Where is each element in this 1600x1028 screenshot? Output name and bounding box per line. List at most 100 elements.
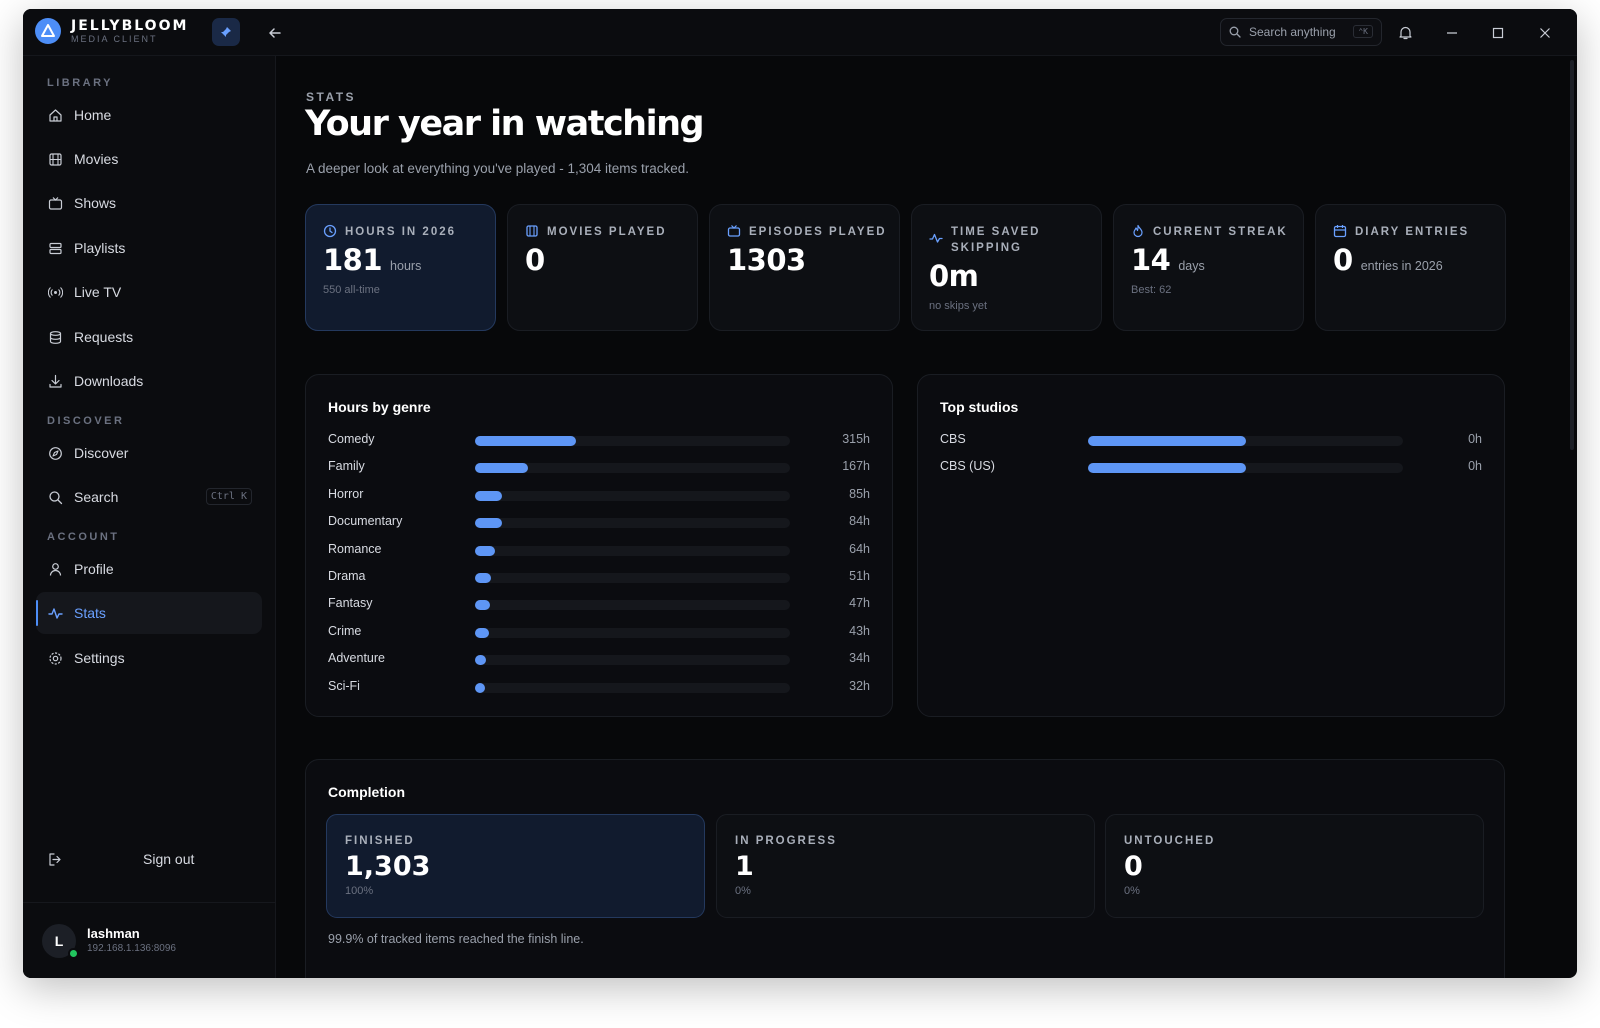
sidebar-item-label: Shows — [74, 195, 117, 211]
sidebar-item-settings[interactable]: Settings — [36, 637, 262, 679]
sidebar-item-downloads[interactable]: Downloads — [36, 360, 262, 402]
genre-value: 32h — [849, 678, 870, 693]
maximize-button[interactable] — [1486, 21, 1510, 45]
genre-bar-fill — [475, 655, 486, 666]
genre-name: Romance — [328, 541, 382, 556]
sidebar-item-label: Playlists — [74, 240, 126, 256]
page-eyebrow: STATS — [306, 90, 357, 104]
studios-panel-title: Top studios — [940, 399, 1019, 415]
user-icon — [46, 560, 64, 578]
stat-value: 0 — [525, 243, 545, 277]
gear-icon — [46, 649, 64, 667]
stat-label: DIARY ENTRIES — [1355, 226, 1470, 238]
minimize-button[interactable] — [1440, 21, 1464, 45]
genre-panel: Hours by genre Comedy 315h Family 167h Horro… — [305, 374, 893, 717]
sidebar-item-stats[interactable]: Stats — [36, 592, 262, 634]
genre-bar-track — [475, 573, 790, 583]
studio-name: CBS — [940, 432, 966, 446]
genre-panel-title: Hours by genre — [328, 399, 431, 415]
global-search[interactable]: Search anything ⌃K — [1220, 18, 1382, 46]
stat-card-streak: CURRENT STREAK 14 days Best: 62 — [1113, 204, 1304, 331]
genre-bar-track — [475, 436, 790, 446]
completion-label: FINISHED — [345, 835, 415, 847]
genre-name: Family — [328, 459, 365, 474]
stat-card-time-saved: TIME SAVED SKIPPING 0m no skips yet — [911, 204, 1102, 331]
genre-value: 167h — [842, 459, 870, 474]
broadcast-icon — [46, 283, 64, 301]
genre-bar-track — [475, 600, 790, 611]
stat-label: TIME SAVED SKIPPING — [951, 226, 1041, 254]
genre-bar-track — [475, 490, 790, 501]
search-icon — [46, 488, 64, 506]
genre-value: 34h — [849, 651, 870, 666]
sidebar-item-requests[interactable]: Requests — [36, 316, 262, 358]
completion-card-in-progress: IN PROGRESS 1 0% — [716, 814, 1095, 918]
stat-value: 0m — [929, 259, 979, 293]
studio-name: CBS (US) — [940, 459, 995, 474]
stat-note: 550 all-time — [323, 284, 380, 296]
list-icon — [46, 239, 64, 257]
genre-name: Adventure — [328, 651, 385, 666]
sidebar-item-playlists[interactable]: Playlists — [36, 227, 262, 269]
completion-percent: 0% — [1124, 885, 1140, 897]
user-card[interactable]: L lashman 192.168.1.136:8096 — [23, 902, 275, 978]
sidebar-item-home[interactable]: Home — [36, 94, 262, 136]
completion-label: UNTOUCHED — [1124, 835, 1216, 847]
activity-icon — [929, 233, 943, 243]
genre-name: Documentary — [328, 514, 403, 529]
studio-value: 0h — [1468, 459, 1482, 474]
server-address: 192.168.1.136:8096 — [87, 943, 176, 954]
genre-row: Family 167h — [328, 459, 870, 475]
genre-bar-fill — [475, 600, 491, 611]
brand: JELLYBLOOM MEDIA CLIENT — [35, 18, 188, 44]
bell-icon — [1398, 26, 1412, 40]
genre-name: Comedy — [328, 432, 375, 446]
home-icon — [46, 106, 64, 124]
genre-name: Sci-Fi — [328, 678, 360, 693]
genre-row: Horror 85h — [328, 487, 870, 503]
section-label-account: ACCOUNT — [47, 531, 120, 543]
genre-name: Horror — [328, 486, 364, 501]
sidebar-item-profile[interactable]: Profile — [36, 548, 262, 590]
studios-panel: Top studios CBS 0h CBS (US) 0h — [917, 374, 1505, 717]
sidebar: LIBRARY Home Movies Shows Playlists Live… — [23, 56, 276, 978]
close-button[interactable] — [1533, 21, 1557, 45]
completion-panel: Completion FINISHED 1,303 100% IN PROGRE… — [305, 759, 1505, 978]
sidebar-item-live-tv[interactable]: Live TV — [36, 271, 262, 313]
sidebar-item-label: Stats — [74, 605, 106, 621]
genre-name: Fantasy — [328, 596, 373, 611]
genre-bar-fill — [475, 627, 489, 638]
genre-bar-track — [475, 545, 790, 556]
stat-label: CURRENT STREAK — [1153, 226, 1288, 238]
notifications-button[interactable] — [1393, 21, 1417, 45]
sidebar-item-movies[interactable]: Movies — [36, 138, 262, 180]
back-button[interactable] — [263, 21, 287, 45]
genre-value: 47h — [849, 596, 870, 611]
completion-panel-title: Completion — [328, 784, 405, 800]
completion-percent: 0% — [735, 885, 751, 897]
genre-bar-fill — [475, 682, 486, 693]
search-icon — [1229, 26, 1241, 38]
genre-value: 51h — [849, 569, 870, 583]
completion-card-finished: FINISHED 1,303 100% — [326, 814, 705, 918]
stat-label: MOVIES PLAYED — [547, 226, 667, 238]
logo-icon — [35, 18, 61, 44]
sign-out-button[interactable]: Sign out — [36, 839, 262, 879]
sidebar-item-shows[interactable]: Shows — [36, 182, 262, 224]
stat-unit: days — [1178, 259, 1205, 273]
sidebar-item-search[interactable]: Search Ctrl K — [36, 476, 262, 518]
stat-card-movies: MOVIES PLAYED 0 — [507, 204, 698, 331]
genre-row: Fantasy 47h — [328, 596, 870, 612]
studio-row: CBS 0h — [940, 432, 1482, 448]
genre-bar-track — [475, 682, 790, 693]
stat-label: HOURS IN 2026 — [345, 226, 457, 238]
studio-row: CBS (US) 0h — [940, 459, 1482, 475]
genre-row: Romance 64h — [328, 542, 870, 558]
scrollbar[interactable] — [1570, 60, 1574, 450]
sidebar-item-discover[interactable]: Discover — [36, 432, 262, 474]
pin-button[interactable] — [212, 18, 240, 46]
close-icon — [1540, 28, 1550, 38]
studio-bar-track — [1088, 436, 1403, 446]
completion-value: 0 — [1124, 851, 1143, 882]
genre-row: Sci-Fi 32h — [328, 679, 870, 695]
